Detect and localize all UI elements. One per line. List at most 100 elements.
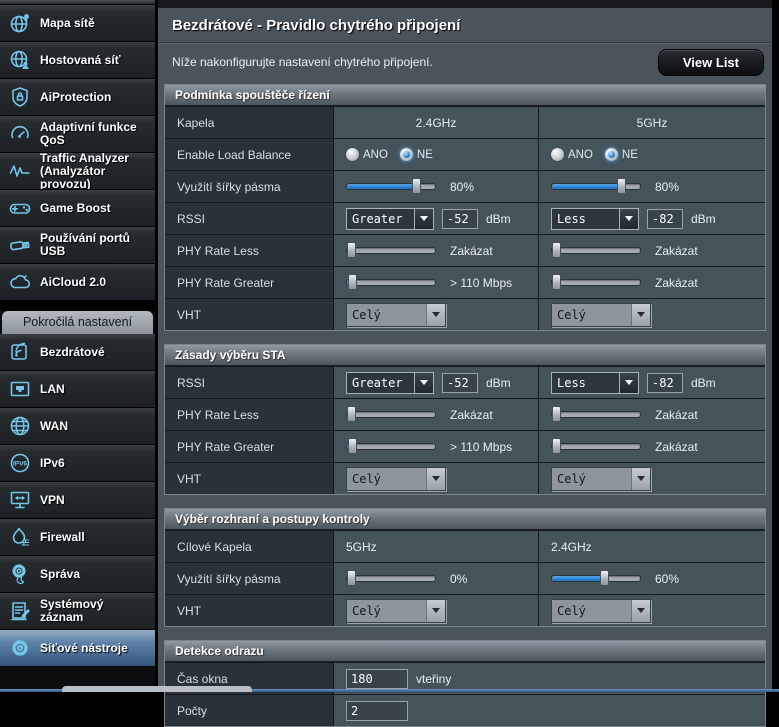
- chevron-down-icon[interactable]: [619, 373, 638, 393]
- phy-greater-slider-5[interactable]: Zakázat: [551, 440, 698, 454]
- slider-handle[interactable]: [552, 274, 561, 290]
- radio-icon[interactable]: [551, 148, 564, 161]
- phy-less-slider-5[interactable]: Zakázat: [551, 244, 698, 258]
- slider-handle[interactable]: [412, 178, 421, 194]
- phy-greater-slider-5[interactable]: Zakázat: [551, 276, 698, 290]
- rssi-operator-select-5[interactable]: Less: [551, 372, 639, 394]
- slider-handle[interactable]: [348, 438, 357, 454]
- chevron-down-icon[interactable]: [426, 600, 445, 622]
- sidebar-item-firewall[interactable]: Firewall: [0, 519, 155, 556]
- slider-value: Zakázat: [450, 408, 493, 422]
- counts-input[interactable]: [346, 701, 408, 721]
- svg-text:IPV6: IPV6: [13, 461, 27, 468]
- vht-select-2[interactable]: Celý: [551, 599, 651, 623]
- sidebar-item-aicloud[interactable]: AiCloud 2.0: [0, 264, 155, 301]
- sidebar-item-traffic-analyzer[interactable]: Traffic Analyzer (Analyzátor provozu): [0, 153, 155, 190]
- sidebar-item-wan[interactable]: WAN: [0, 408, 155, 445]
- chevron-down-icon[interactable]: [426, 304, 445, 326]
- rssi-operator-select-24[interactable]: Greater: [346, 372, 434, 394]
- slider-track[interactable]: [346, 443, 436, 450]
- chevron-down-icon[interactable]: [631, 600, 650, 622]
- slider-track[interactable]: [346, 247, 436, 254]
- radio-icon-checked[interactable]: [400, 148, 413, 161]
- rssi-value-input-24[interactable]: [442, 373, 478, 393]
- sidebar-item-syslog[interactable]: Systémový záznam: [0, 593, 155, 630]
- rssi-value-input-24[interactable]: [442, 209, 478, 229]
- radio-option-ano[interactable]: ANO: [551, 148, 593, 161]
- radio-option-ne[interactable]: NE: [400, 148, 433, 161]
- sidebar-item-lan[interactable]: LAN: [0, 371, 155, 408]
- sidebar-item-qos[interactable]: Adaptivní funkce QoS: [0, 116, 155, 153]
- slider-handle[interactable]: [552, 406, 561, 422]
- row-label: Využití šířky pásma: [165, 171, 333, 202]
- chevron-down-icon[interactable]: [414, 209, 433, 229]
- chevron-down-icon[interactable]: [631, 304, 650, 326]
- slider-track[interactable]: [346, 183, 436, 190]
- radio-option-ne[interactable]: NE: [605, 148, 638, 161]
- table-row-band: Kapela 2.4GHz 5GHz: [165, 106, 765, 138]
- slider-handle[interactable]: [617, 178, 626, 194]
- bandwidth-slider-24[interactable]: 80%: [346, 180, 474, 194]
- slider-handle[interactable]: [552, 438, 561, 454]
- sidebar-item-ipv6[interactable]: IPV6 IPv6: [0, 445, 155, 482]
- sidebar-item-wireless[interactable]: Bezdrátové: [0, 334, 155, 371]
- table-row-vht: VHT Celý Celý: [165, 462, 765, 494]
- slider-track[interactable]: [551, 575, 641, 582]
- main-content: Bezdrátové - Pravidlo chytrého připojení…: [158, 0, 772, 692]
- slider-handle[interactable]: [348, 274, 357, 290]
- phy-greater-slider-24[interactable]: > 110 Mbps: [346, 276, 512, 290]
- slider-handle[interactable]: [347, 570, 356, 586]
- radio-option-ano[interactable]: ANO: [346, 148, 388, 161]
- sidebar-item-vpn[interactable]: VPN: [0, 482, 155, 519]
- slider-track[interactable]: [551, 443, 641, 450]
- sidebar-item-game-boost[interactable]: Game Boost: [0, 190, 155, 227]
- vht-select-24[interactable]: Celý: [346, 467, 446, 491]
- vht-select-5[interactable]: Celý: [551, 467, 651, 491]
- chevron-down-icon[interactable]: [426, 468, 445, 490]
- vht-select-24[interactable]: Celý: [346, 303, 446, 327]
- phy-less-slider-24[interactable]: Zakázat: [346, 244, 493, 258]
- phy-greater-slider-24[interactable]: > 110 Mbps: [346, 440, 512, 454]
- select-value: Celý: [552, 600, 631, 622]
- phy-less-slider-24[interactable]: Zakázat: [346, 408, 493, 422]
- bandwidth-slider-2[interactable]: 60%: [551, 572, 679, 586]
- bandwidth-slider-5[interactable]: 80%: [551, 180, 679, 194]
- slider-track[interactable]: [551, 411, 641, 418]
- sidebar-item-admin[interactable]: Správa: [0, 556, 155, 593]
- bandwidth-slider-1[interactable]: 0%: [346, 572, 467, 586]
- radio-icon-checked[interactable]: [605, 148, 618, 161]
- slider-track[interactable]: [551, 247, 641, 254]
- rssi-operator-select-5[interactable]: Less: [551, 208, 639, 230]
- sidebar-item-network-tools[interactable]: Síťové nástroje: [0, 630, 155, 667]
- select-value: Celý: [552, 468, 631, 490]
- sidebar-item-aiprotection[interactable]: AiProtection: [0, 79, 155, 116]
- rssi-value-input-5[interactable]: [647, 373, 683, 393]
- slider-handle[interactable]: [347, 242, 356, 258]
- chevron-down-icon[interactable]: [619, 209, 638, 229]
- slider-handle[interactable]: [347, 406, 356, 422]
- phy-less-slider-5[interactable]: Zakázat: [551, 408, 698, 422]
- radio-icon[interactable]: [346, 148, 359, 161]
- sidebar-item-usb[interactable]: Používání portů USB: [0, 227, 155, 264]
- slider-track[interactable]: [346, 575, 436, 582]
- slider-track[interactable]: [346, 411, 436, 418]
- chevron-down-icon[interactable]: [414, 373, 433, 393]
- rssi-operator-select-24[interactable]: Greater: [346, 208, 434, 230]
- sidebar-item-guest-network[interactable]: Hostovaná síť: [0, 42, 155, 79]
- load-balance-radio-group-5: ANO NE: [551, 148, 638, 161]
- slider-handle[interactable]: [552, 242, 561, 258]
- view-list-button[interactable]: View List: [658, 49, 764, 76]
- rssi-value-input-5[interactable]: [647, 209, 683, 229]
- vht-select-5[interactable]: Celý: [551, 303, 651, 327]
- sidebar-item-network-map[interactable]: Mapa sítě: [0, 5, 155, 42]
- window-time-input[interactable]: [346, 669, 408, 689]
- chevron-down-icon[interactable]: [631, 468, 650, 490]
- slider-handle[interactable]: [600, 570, 609, 586]
- vht-select-1[interactable]: Celý: [346, 599, 446, 623]
- slider-track[interactable]: [551, 183, 641, 190]
- slider-track[interactable]: [346, 279, 436, 286]
- slider-value: Zakázat: [655, 276, 698, 290]
- slider-track[interactable]: [551, 279, 641, 286]
- radio-label: ANO: [363, 149, 388, 161]
- band-5-value: 5GHz: [538, 107, 765, 138]
